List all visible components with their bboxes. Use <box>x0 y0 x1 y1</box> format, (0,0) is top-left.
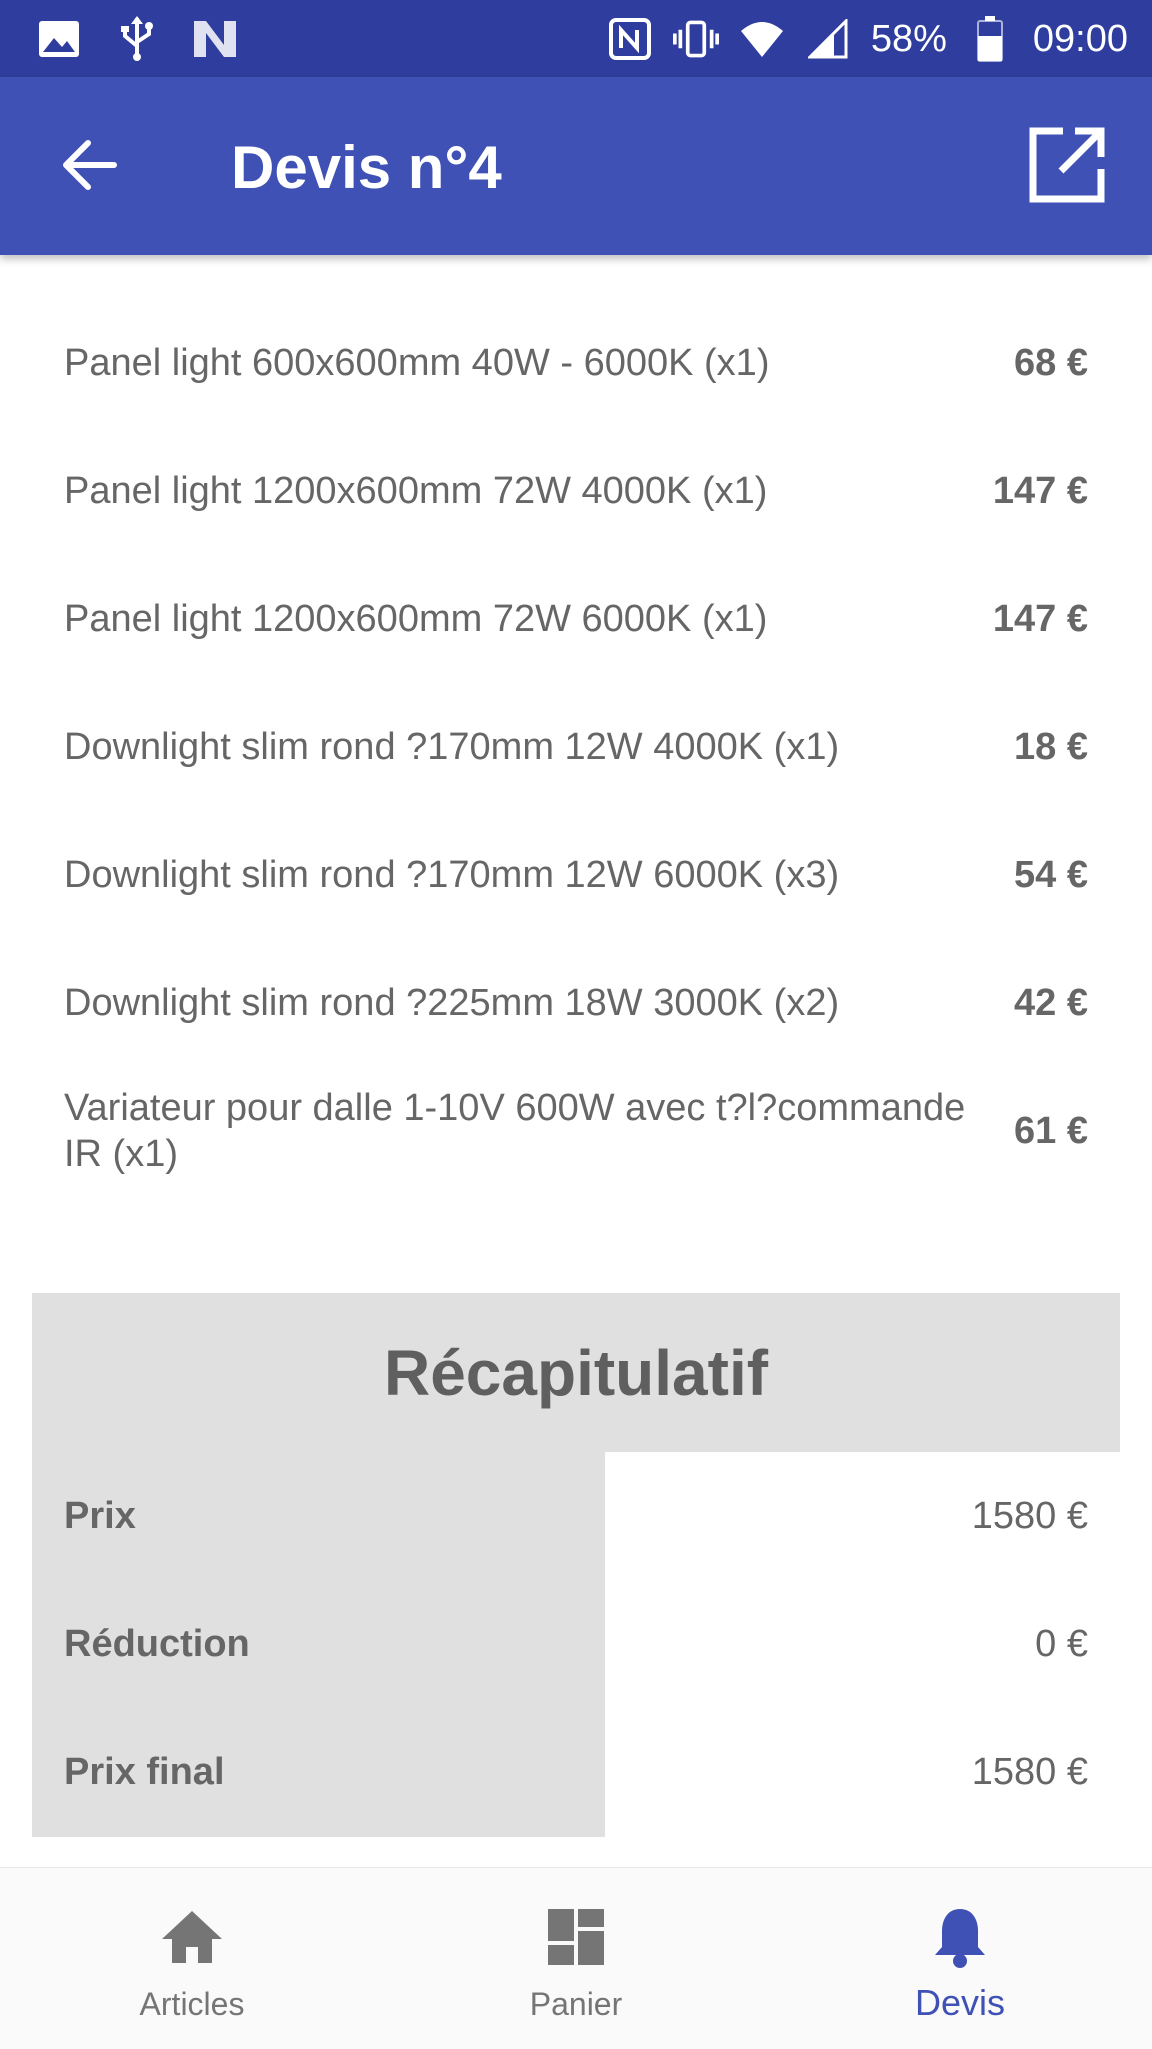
list-item: Panel light 1200x600mm 72W 4000K (x1) 14… <box>0 427 1152 555</box>
nav-item-articles[interactable]: Articles <box>0 1868 384 2049</box>
item-price: 42 € <box>1014 981 1088 1024</box>
status-bar: 58% 09:00 <box>0 0 1152 77</box>
item-name: Downlight slim rond ?170mm 12W 6000K (x3… <box>64 854 840 896</box>
summary-row-final-price: Prix final 1580 € <box>32 1708 1120 1836</box>
open-external-button[interactable] <box>1022 122 1112 212</box>
summary-value: 1580 € <box>971 1494 1088 1537</box>
summary-value: 1580 € <box>971 1750 1088 1793</box>
summary-table: Récapitulatif Prix 1580 € Réduction 0 € … <box>32 1293 1120 1837</box>
back-button[interactable] <box>50 127 130 207</box>
arrow-left-icon <box>62 139 118 195</box>
summary-label: Prix final <box>64 1750 225 1793</box>
item-name: Panel light 1200x600mm 72W 4000K (x1) <box>64 470 768 512</box>
item-price: 54 € <box>1014 853 1088 896</box>
clock: 09:00 <box>1032 17 1128 60</box>
item-price: 68 € <box>1014 341 1088 384</box>
summary-row-discount: Réduction 0 € <box>32 1580 1120 1708</box>
summary-row-price: Prix 1580 € <box>32 1452 1120 1580</box>
open-external-icon <box>1027 125 1107 210</box>
nav-label: Panier <box>529 1986 623 2022</box>
nav-label: Articles <box>139 1986 245 2022</box>
app-bar: Devis n°4 <box>0 77 1152 255</box>
status-right-icons: 58% 09:00 <box>607 14 1128 64</box>
bottom-navigation: Articles Panier Devis <box>0 1867 1152 2049</box>
item-price: 107 € <box>993 255 1088 299</box>
item-price: 61 € <box>1014 1109 1088 1152</box>
vibrate-icon <box>672 16 719 62</box>
summary-title: Récapitulatif <box>32 1293 1120 1452</box>
image-icon <box>36 16 82 62</box>
nav-label: Devis <box>914 1982 1006 2023</box>
nfc-icon <box>607 16 653 62</box>
item-price: 18 € <box>1014 725 1088 768</box>
list-item: Downlight slim rond ?225mm 18W 3000K (x2… <box>0 939 1152 1067</box>
list-item: Variateur pour dalle 1-10V 600W avec t?l… <box>0 1067 1152 1195</box>
summary-label: Prix <box>64 1494 136 1537</box>
quote-content: Panel light 1200x300mm 40W 4000K (x1) 10… <box>0 255 1152 1867</box>
item-name: Variateur pour dalle 1-10V 600W avec t?l… <box>64 1087 966 1175</box>
page-title: Devis n°4 <box>231 134 502 201</box>
item-price: 147 € <box>992 469 1088 512</box>
n-app-icon <box>192 16 238 62</box>
item-name: Panel light 1200x300mm 40W 4000K (x1) <box>64 255 984 299</box>
nav-item-panier[interactable]: Panier <box>384 1868 768 2049</box>
list-item: Panel light 1200x600mm 72W 6000K (x1) 14… <box>0 555 1152 683</box>
item-name: Panel light 1200x600mm 72W 6000K (x1) <box>64 598 768 640</box>
battery-percent: 58% <box>870 17 947 60</box>
wifi-icon <box>739 16 785 62</box>
list-item: Panel light 1200x300mm 40W 4000K (x1) 10… <box>0 255 1152 299</box>
status-left-icons <box>36 16 238 62</box>
usb-icon <box>114 16 160 62</box>
signal-icon <box>805 16 851 62</box>
summary-value: 0 € <box>1035 1622 1088 1665</box>
list-item: Panel light 600x600mm 40W - 6000K (x1) 6… <box>0 299 1152 427</box>
summary-label: Réduction <box>64 1622 250 1665</box>
home-icon <box>157 1902 227 1972</box>
item-name: Downlight slim rond ?170mm 12W 4000K (x1… <box>64 726 840 768</box>
bell-icon <box>925 1902 995 1972</box>
list-item: Downlight slim rond ?170mm 12W 6000K (x3… <box>0 811 1152 939</box>
list-item: Downlight slim rond ?170mm 12W 4000K (x1… <box>0 683 1152 811</box>
item-name: Panel light 600x600mm 40W - 6000K (x1) <box>64 342 770 384</box>
battery-icon <box>967 16 1013 62</box>
item-name: Downlight slim rond ?225mm 18W 3000K (x2… <box>64 982 840 1024</box>
nav-item-devis[interactable]: Devis <box>768 1868 1152 2049</box>
dashboard-icon <box>541 1902 611 1972</box>
item-price: 147 € <box>992 597 1088 640</box>
